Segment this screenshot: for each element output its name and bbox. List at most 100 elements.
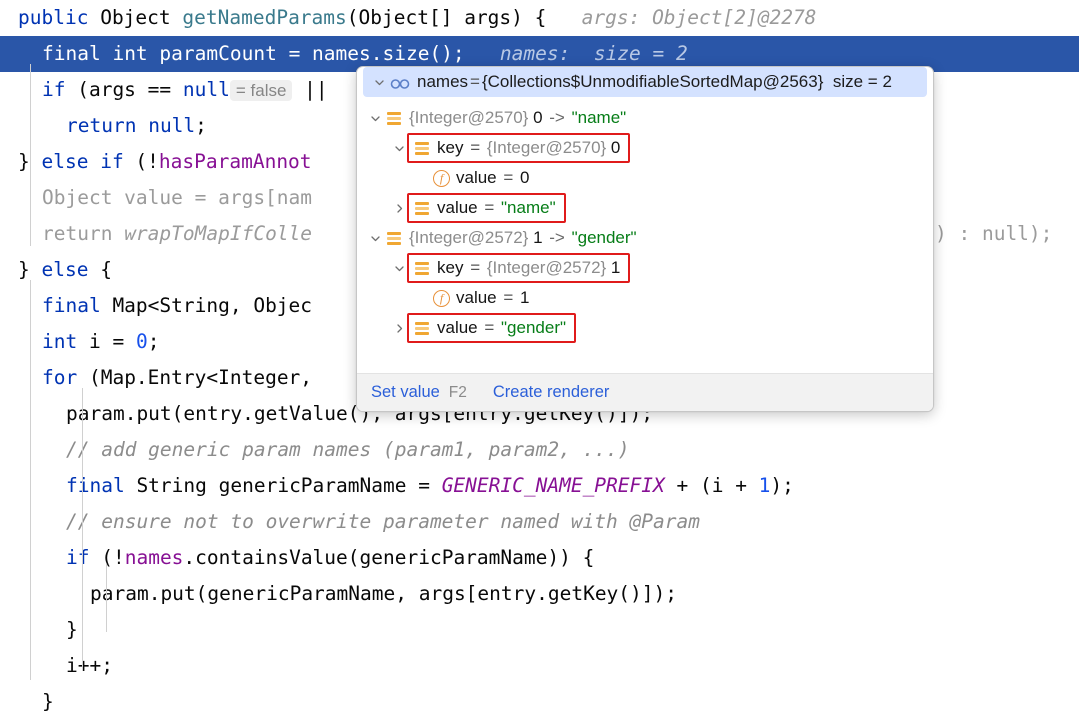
popup-header-row[interactable]: names = {Collections$UnmodifiableSortedMap… (363, 67, 927, 97)
line-close-for-tok-0: } (42, 690, 54, 713)
popup-header-size: size = 2 (832, 72, 892, 91)
line-for-entry-tok-1: (Map.Entry<Integer, (77, 366, 313, 389)
line-signature-tok-4: getNamedParams (182, 6, 347, 29)
tree-row-entry-1-value[interactable]: value = "gender" (357, 313, 933, 343)
field-f-icon: f (433, 169, 450, 187)
line-generic-param-name-tok-4: 1 (758, 474, 771, 497)
chevron-down-icon[interactable] (369, 77, 389, 88)
line-i-increment-tok-0: i++; (66, 654, 113, 677)
line-final-map-tok-0: final (42, 294, 101, 317)
line-signature-tok-0: public (18, 6, 89, 29)
entry-1-value-part-0: value (437, 318, 478, 337)
entry-0-part-2: -> (549, 108, 565, 127)
line-final-map-tok-1: Map<String, Objec (100, 294, 313, 317)
row-content-entry-0-key-value: f value = 0 (433, 163, 529, 193)
tree-row-entry-0-value[interactable]: value = "name" (357, 193, 933, 223)
popup-header-equals: = (470, 72, 480, 91)
line-return-wraptomap-tok-0: return (42, 222, 125, 245)
highlight-box-entry-1-key: key = {Integer@2572} 1 (407, 253, 631, 283)
line-if-contains-value-tok-2: names (124, 546, 184, 569)
line-if-contains-value[interactable]: if (!names.containsValue(genericParamNam… (0, 540, 1079, 576)
tree-row-entry-0-key[interactable]: key = {Integer@2570} 0 (357, 133, 933, 163)
indent-guide-4 (82, 608, 83, 668)
indent-guide-2 (30, 280, 31, 680)
line-generic-param-name[interactable]: final String genericParamName = GENERIC_… (0, 468, 1079, 504)
line-if-args-null-tok-2: null (182, 78, 230, 101)
line-signature[interactable]: public Object getNamedParams(Object[] ar… (0, 0, 1079, 36)
set-value-link[interactable]: Set value (371, 383, 440, 402)
line-return-null-tok-3: ; (195, 114, 207, 137)
line-generic-param-name-tok-3: + (i + (664, 474, 759, 497)
entry-0-expander[interactable] (365, 113, 385, 124)
list-orange-icon (413, 199, 431, 217)
line-close-if-tok-0: } (66, 618, 78, 641)
entry-1-key-expander[interactable] (389, 263, 409, 274)
entry-0-key-value-part-1: = (498, 168, 519, 187)
row-content-entry-1-key-value: f value = 1 (433, 283, 529, 313)
list-orange-icon (413, 319, 431, 337)
entry-0-key-part-3: 0 (606, 138, 621, 157)
line-comment-add-generic[interactable]: // add generic param names (param1, para… (0, 432, 1079, 468)
popup-header-name: names (417, 72, 469, 91)
entry-1-value-expander[interactable] (389, 323, 409, 334)
entry-0-key-value-part-0: value (456, 168, 497, 187)
line-if-args-null-tok-1: (args == (65, 78, 183, 101)
tree-row-entry-1-key[interactable]: key = {Integer@2572} 1 (357, 253, 933, 283)
line-signature-tok-1 (88, 6, 100, 29)
line-i-increment[interactable]: i++; (0, 648, 1079, 684)
line-signature-tok-5: ( (346, 6, 359, 29)
line-signature-tok-2: Object (100, 6, 171, 29)
entry-0-part-1: 0 (528, 108, 548, 127)
tree-row-label-entry-0: {Integer@2570} 0 -> "name" (409, 103, 626, 133)
entry-1-key-part-0: key (437, 258, 464, 277)
field-f-icon: f (433, 289, 450, 307)
line-signature-tok-6: Object (358, 6, 429, 29)
entry-1-part-1: 1 (528, 228, 548, 247)
line-comment-ensure[interactable]: // ensure not to overwrite parameter nam… (0, 504, 1079, 540)
tree-row-entry-1[interactable]: {Integer@2572} 1 -> "gender" (357, 223, 933, 253)
row-content-entry-0: {Integer@2570} 0 -> "name" (385, 103, 626, 133)
line-comment-ensure-tok-0: // ensure not to overwrite parameter nam… (66, 510, 700, 533)
line-generic-param-name-tok-5: ); (770, 474, 794, 497)
entry-0-value-expander[interactable] (389, 203, 409, 214)
line-return-null-tok-0: return (66, 114, 137, 137)
entry-0-key-expander[interactable] (389, 143, 409, 154)
code-tail-fragment: ) : null); (935, 216, 1052, 252)
entry-1-expander[interactable] (365, 233, 385, 244)
line-close-for[interactable]: } (0, 684, 1079, 719)
entry-1-value-part-1: = (479, 318, 500, 337)
highlight-box-entry-0-value: value = "name" (407, 193, 566, 223)
line-if-args-null-tok-0: if (42, 78, 66, 101)
tree-row-entry-0-key-value[interactable]: f value = 0 (357, 163, 933, 193)
line-else-if-hasparam-tok-3: if (100, 150, 124, 173)
debugger-value-popup[interactable]: names = {Collections$UnmodifiableSortedMap… (356, 66, 934, 412)
line-return-null-tok-2: null (148, 114, 196, 137)
line-generic-param-name-tok-1: String genericParamName = (124, 474, 442, 497)
entry-0-key-value-part-2: 0 (520, 168, 530, 187)
line-for-entry-tok-0: for (42, 366, 78, 389)
highlight-box-entry-0-key: key = {Integer@2570} 0 (407, 133, 631, 163)
line-int-i-tok-3: ; (147, 330, 160, 353)
create-renderer-link[interactable]: Create renderer (493, 383, 609, 402)
tree-row-entry-1-key-value[interactable]: f value = 1 (357, 283, 933, 313)
code-tail-text: ) : null); (935, 222, 1053, 245)
line-int-i-tok-0: int (42, 330, 78, 353)
tree-row-entry-0[interactable]: {Integer@2570} 0 -> "name" (357, 103, 933, 133)
tree-row-label-entry-1-key-value: value = 1 (456, 283, 529, 313)
line-int-i-tok-1: i = (77, 330, 136, 353)
line-paramcount-tok-2: int (112, 42, 148, 65)
line-close-if[interactable]: } (0, 612, 1079, 648)
line-if-contains-value-tok-0: if (66, 546, 90, 569)
tree-row-label-entry-1-value: value = "gender" (437, 313, 566, 343)
tree-row-label-entry-1: {Integer@2572} 1 -> "gender" (409, 223, 637, 253)
entry-1-value-part-2: "gender" (501, 318, 567, 337)
entry-1-key-value-part-2: 1 (520, 288, 530, 307)
tree-row-label-entry-1-key: key = {Integer@2572} 1 (437, 253, 620, 283)
line-signature-tok-3 (171, 6, 183, 29)
line-else-tok-1: else (41, 258, 89, 281)
entry-0-key-part-1: = (465, 138, 485, 157)
line-else-if-hasparam-tok-5: hasParamAnnot (158, 150, 312, 173)
variables-tree[interactable]: {Integer@2570} 0 -> "name" key = {Integer… (357, 97, 933, 405)
popup-header-type: {Collections$UnmodifiableSortedMap@2563} (481, 72, 824, 91)
line-param-put-generic[interactable]: param.put(genericParamName, args[entry.g… (0, 576, 1079, 612)
